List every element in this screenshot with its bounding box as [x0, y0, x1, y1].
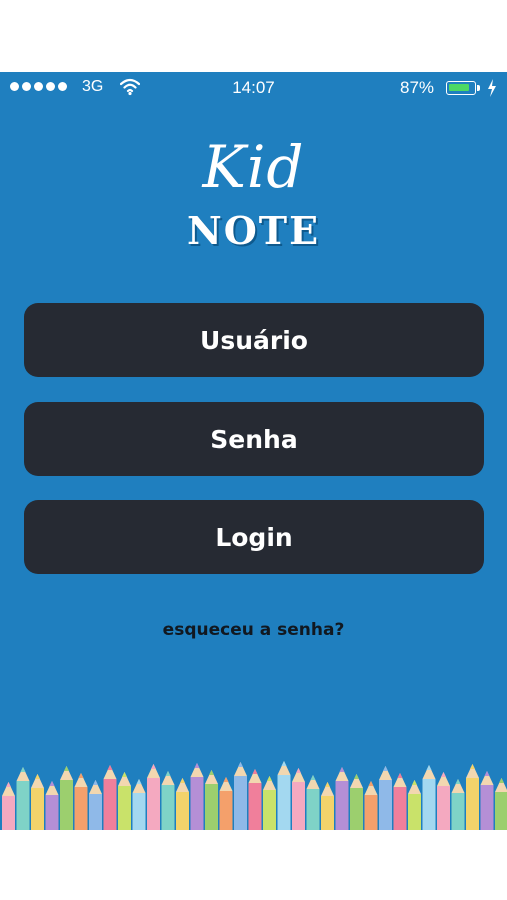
- password-field[interactable]: Senha: [24, 402, 484, 476]
- pencil-icon: [45, 781, 59, 830]
- pencil-icon: [306, 775, 320, 830]
- pencil-icon: [248, 769, 262, 830]
- pencil-icon: [321, 782, 334, 830]
- bolt-icon: [488, 79, 496, 97]
- pencil-icon: [495, 778, 507, 830]
- login-button[interactable]: Login: [24, 500, 484, 574]
- app-screen: 3G 14:07 87% Kid NOTE Usuário Senha Logi…: [0, 72, 507, 830]
- status-bar: 3G 14:07 87%: [0, 72, 507, 104]
- pencil-icon: [277, 761, 291, 830]
- pencil-icon: [263, 776, 276, 830]
- pencil-icon: [132, 779, 146, 830]
- pencil-icon: [466, 764, 479, 830]
- logo-kid-text: Kid: [202, 133, 305, 201]
- pencil-icon: [292, 768, 305, 830]
- pencil-icon: [422, 765, 436, 830]
- pencil-icon: [16, 767, 30, 830]
- pencils-decoration: [2, 761, 507, 830]
- battery-percent: 87%: [400, 78, 435, 97]
- battery-level: [449, 84, 469, 91]
- pencil-icon: [219, 777, 233, 830]
- pencil-icon: [205, 770, 218, 830]
- username-field[interactable]: Usuário: [24, 303, 484, 377]
- battery-icon: [446, 81, 476, 95]
- battery-tip: [477, 85, 480, 91]
- pencil-icon: [118, 772, 131, 830]
- pencil-icon: [408, 780, 421, 830]
- pencil-icon: [437, 772, 450, 830]
- pencil-icon: [176, 778, 189, 830]
- pencil-icon: [161, 771, 175, 830]
- pencil-icon: [2, 782, 15, 830]
- pencil-icon: [379, 766, 392, 830]
- pencil-icon: [89, 780, 102, 830]
- pencil-icon: [451, 779, 465, 830]
- pencil-icon: [190, 763, 204, 830]
- pencil-icon: [364, 781, 378, 830]
- pencil-icon: [147, 764, 160, 830]
- pencil-icon: [234, 762, 247, 830]
- forgot-password-link[interactable]: esqueceu a senha?: [0, 620, 507, 640]
- pencil-icon: [60, 766, 73, 830]
- pencil-icon: [103, 765, 117, 830]
- pencil-icon: [393, 773, 407, 830]
- pencil-icon: [335, 767, 349, 830]
- pencil-icon: [480, 771, 494, 830]
- pencil-icon: [350, 774, 363, 830]
- pencil-icon: [74, 773, 88, 830]
- logo-note-text: NOTE: [186, 208, 321, 253]
- pencil-icon: [31, 774, 44, 830]
